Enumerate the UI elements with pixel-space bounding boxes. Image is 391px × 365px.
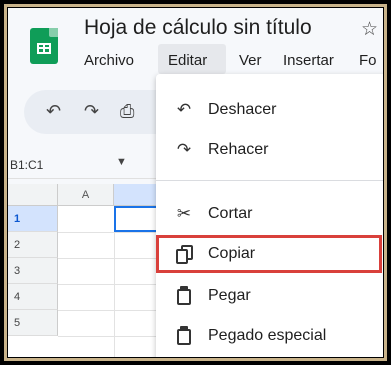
menu-item-rehacer[interactable]: ↷ Rehacer (156, 136, 383, 166)
document-title[interactable]: Hoja de cálculo sin título (84, 16, 312, 40)
print-icon[interactable]: ⎙ (120, 101, 134, 122)
grid-line (58, 258, 168, 259)
clipboard-icon (174, 326, 194, 346)
menu-item-label: Pegar (208, 287, 251, 304)
edit-menu-dropdown: ↶ Deshacer ↷ Rehacer ✂ Cortar Copiar Peg… (156, 74, 383, 357)
row-header-1[interactable]: 1 (8, 206, 58, 232)
sheets-logo-icon[interactable] (30, 28, 58, 64)
chevron-down-icon[interactable]: ▼ (116, 156, 127, 168)
clipboard-icon (174, 286, 194, 306)
menu-item-deshacer[interactable]: ↶ Deshacer (156, 96, 383, 126)
redo-icon: ↷ (176, 140, 192, 159)
menu-item-label: Pegado especial (208, 327, 327, 344)
menu-item-label: Rehacer (208, 141, 269, 158)
menu-item-label: Cortar (208, 205, 253, 222)
grid-line (58, 232, 168, 233)
menu-item-pegado-especial[interactable]: Pegado especial (156, 322, 383, 352)
row-header-4[interactable]: 4 (8, 284, 58, 310)
row-header-3[interactable]: 3 (8, 258, 58, 284)
scissors-icon: ✂ (176, 204, 192, 223)
redo-icon[interactable]: ↷ (84, 101, 99, 122)
copiar-highlight-box (156, 235, 382, 273)
menu-formato[interactable]: Fo (359, 52, 377, 69)
menu-item-cortar[interactable]: ✂ Cortar (156, 200, 383, 230)
sheets-window: Hoja de cálculo sin título ☆ Archivo Edi… (8, 8, 383, 357)
grid-line (58, 336, 168, 337)
name-box[interactable]: B1:C1 (10, 158, 43, 172)
star-icon[interactable]: ☆ (361, 18, 378, 41)
row-header-5[interactable]: 5 (8, 310, 58, 336)
grid-line (58, 284, 168, 285)
menu-item-label: Deshacer (208, 101, 277, 118)
grid-line (58, 310, 168, 311)
menu-divider (156, 180, 383, 181)
column-header-a[interactable]: A (58, 184, 114, 206)
row-header-2[interactable]: 2 (8, 232, 58, 258)
undo-icon: ↶ (176, 100, 192, 119)
menu-item-pegar[interactable]: Pegar (156, 282, 383, 312)
menu-archivo[interactable]: Archivo (84, 52, 134, 69)
menu-ver[interactable]: Ver (239, 52, 262, 69)
undo-icon[interactable]: ↶ (46, 101, 61, 122)
menu-editar[interactable]: Editar (168, 52, 207, 69)
menu-insertar[interactable]: Insertar (283, 52, 334, 69)
grid-corner[interactable] (8, 184, 58, 206)
